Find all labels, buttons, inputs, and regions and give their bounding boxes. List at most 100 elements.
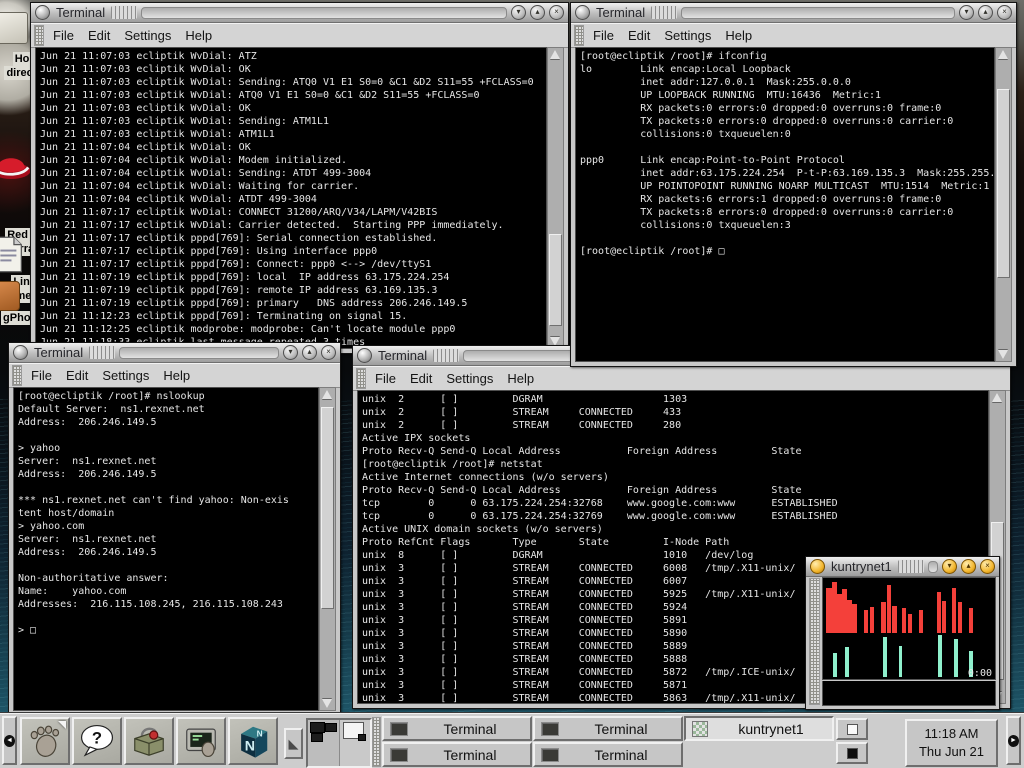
close-icon[interactable]: ×	[997, 5, 1012, 20]
menu-help[interactable]: Help	[159, 366, 200, 385]
menu-settings[interactable]: Settings	[120, 26, 181, 45]
maximize-icon[interactable]: ▴	[961, 559, 976, 574]
minimize-icon[interactable]: ▾	[959, 5, 974, 20]
scrollbar[interactable]	[319, 387, 336, 711]
menu-file[interactable]: File	[371, 369, 406, 388]
terminal-output[interactable]: [root@ecliptik /root]# ifconfiglo Link e…	[575, 47, 995, 362]
close-icon[interactable]: ×	[549, 5, 564, 20]
titlebar-spacer	[928, 561, 938, 573]
tasklist-page-down-button[interactable]	[836, 742, 868, 764]
pager-desktop-next[interactable]	[340, 720, 371, 766]
titlebar[interactable]: Terminal ▾ ▴ ×	[31, 3, 568, 23]
transmit-bars	[823, 578, 995, 679]
scroll-down-icon[interactable]	[998, 350, 1008, 359]
clock-applet[interactable]: 11:18 AM Thu Jun 21	[905, 719, 998, 767]
scroll-up-icon[interactable]	[998, 50, 1008, 59]
terminal-line: Jun 21 11:07:04 ecliptik WvDial: OK	[40, 141, 546, 154]
gphoto-icon[interactable]	[0, 281, 20, 311]
terminal-line: Jun 21 11:07:19 ecliptik pppd[769]: remo…	[40, 284, 546, 297]
scroll-up-icon[interactable]	[550, 50, 560, 59]
terminal-line	[18, 481, 318, 494]
menu-file[interactable]: File	[589, 26, 624, 45]
minimize-icon[interactable]: ▾	[511, 5, 526, 20]
menu-drag-handle[interactable]	[356, 368, 366, 389]
svg-text:?: ?	[92, 728, 102, 747]
maximize-icon[interactable]: ▴	[302, 345, 317, 360]
task-button-kuntrynet1-active[interactable]: kuntrynet1	[684, 716, 834, 741]
terminal-line: Jun 21 11:07:03 ecliptik WvDial: OK	[40, 102, 546, 115]
terminal-line	[580, 232, 994, 245]
task-button-terminal[interactable]: Terminal	[533, 716, 683, 741]
terminal-line: tent host/domain	[18, 507, 318, 520]
scrollbar[interactable]	[547, 47, 564, 349]
panel-hide-left-button[interactable]: ◄	[2, 716, 17, 765]
terminal-screen-icon	[182, 722, 220, 760]
scrollbar-thumb[interactable]	[997, 89, 1010, 279]
close-icon[interactable]: ×	[321, 345, 336, 360]
panel-drag-handle[interactable]	[372, 717, 381, 767]
window-menu-icon[interactable]	[575, 5, 590, 20]
minimize-icon[interactable]: ▾	[283, 345, 298, 360]
gnome-main-menu-button[interactable]	[20, 717, 70, 765]
drawer-button[interactable]: ◣	[284, 728, 303, 759]
menu-edit[interactable]: Edit	[624, 26, 660, 45]
terminal-output[interactable]: Jun 21 11:07:03 ecliptik WvDial: ATZJun …	[35, 47, 547, 349]
window-menu-icon[interactable]	[35, 5, 50, 20]
menu-settings[interactable]: Settings	[442, 369, 503, 388]
traffic-bar	[845, 647, 848, 677]
tasklist-page-up-button[interactable]	[836, 718, 868, 740]
window-menu-icon[interactable]	[13, 345, 28, 360]
maximize-icon[interactable]: ▴	[530, 5, 545, 20]
window-menu-icon[interactable]	[357, 348, 372, 363]
toolbox-launcher[interactable]	[124, 717, 174, 765]
menu-help[interactable]: Help	[181, 26, 222, 45]
close-icon[interactable]: ×	[980, 559, 995, 574]
titlebar[interactable]: kuntrynet1 ▾ ▴ ×	[806, 557, 999, 577]
minimize-icon[interactable]: ▾	[942, 559, 957, 574]
menu-drag-handle[interactable]	[574, 25, 584, 46]
kuntrynet-window: kuntrynet1 ▾ ▴ × 0:00	[805, 556, 1000, 710]
handle-box-grip[interactable]	[809, 578, 820, 705]
scroll-up-icon[interactable]	[992, 393, 1002, 402]
titlebar-spacer	[119, 347, 279, 359]
red-hat-errata-icon[interactable]	[0, 140, 34, 188]
menu-settings[interactable]: Settings	[98, 366, 159, 385]
traffic-bar	[954, 639, 958, 677]
terminal-line: Address: 206.246.149.5	[18, 468, 318, 481]
menu-file[interactable]: File	[49, 26, 84, 45]
linux-documentation-icon[interactable]	[0, 236, 24, 273]
scroll-up-icon[interactable]	[322, 390, 332, 399]
menu-settings[interactable]: Settings	[660, 26, 721, 45]
menu-edit[interactable]: Edit	[62, 366, 98, 385]
menu-edit[interactable]: Edit	[406, 369, 442, 388]
terminal-line: Address: 206.246.149.5	[18, 546, 318, 559]
task-button-terminal[interactable]: Terminal	[382, 742, 532, 767]
home-directory-icon[interactable]	[0, 12, 28, 44]
window-menu-icon[interactable]	[810, 559, 825, 574]
menu-file[interactable]: File	[27, 366, 62, 385]
terminal-line: unix 2 [ ] DGRAM 1303	[362, 393, 988, 406]
task-button-terminal[interactable]: Terminal	[382, 716, 532, 741]
task-button-terminal[interactable]: Terminal	[533, 742, 683, 767]
menu-edit[interactable]: Edit	[84, 26, 120, 45]
clock-date: Thu Jun 21	[919, 743, 984, 761]
maximize-icon[interactable]: ▴	[978, 5, 993, 20]
terminal-launcher[interactable]	[176, 717, 226, 765]
panel-hide-right-button[interactable]: ►	[1006, 716, 1021, 765]
netscape-launcher[interactable]: NN	[228, 717, 278, 765]
scrollbar[interactable]	[995, 47, 1012, 362]
svg-text:N: N	[245, 738, 255, 754]
menu-drag-handle[interactable]	[12, 365, 22, 386]
terminal-output[interactable]: [root@ecliptik /root]# nslookupDefault S…	[13, 387, 319, 711]
menu-drag-handle[interactable]	[34, 25, 44, 46]
pager-desktop-current[interactable]	[308, 720, 340, 766]
menu-help[interactable]: Help	[721, 26, 762, 45]
terminal-line	[18, 611, 318, 624]
scrollbar-thumb[interactable]	[321, 407, 334, 609]
help-launcher[interactable]: ?	[72, 717, 122, 765]
scroll-down-icon[interactable]	[322, 699, 332, 708]
scrollbar-thumb[interactable]	[549, 234, 562, 326]
menu-help[interactable]: Help	[503, 369, 544, 388]
titlebar[interactable]: Terminal ▾ ▴ ×	[571, 3, 1016, 23]
titlebar[interactable]: Terminal ▾ ▴ ×	[9, 343, 340, 363]
